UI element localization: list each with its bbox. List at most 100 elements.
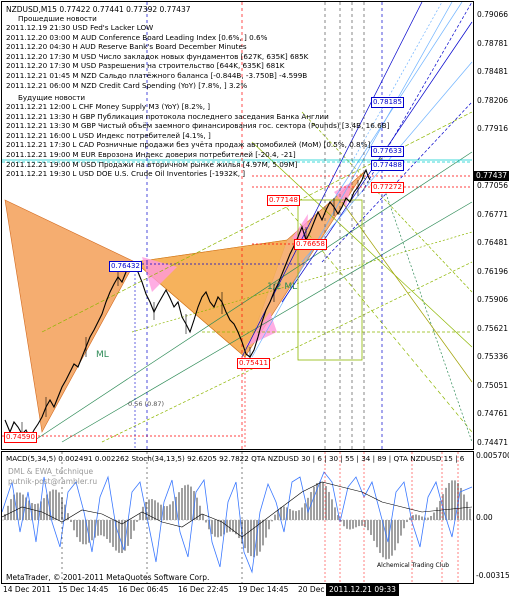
past-news-title: Прошедшие новости — [18, 14, 97, 23]
macd-bar — [412, 515, 414, 520]
terminal-window: NZDUSD,M15 0.77422 0.77441 0.77392 0.774… — [0, 0, 509, 600]
macd-bar — [103, 520, 105, 537]
macd-bar — [73, 520, 75, 531]
macd-bar — [415, 514, 417, 520]
macd-bar — [448, 483, 450, 520]
news-item: 2011.12.21 13:30 M GBP Чистый объём заем… — [6, 121, 390, 131]
price-axis-label: 0.77916 — [477, 124, 509, 133]
price-label-76658: 0.76658 — [294, 239, 327, 250]
price-label-77488: 0.77488 — [371, 160, 404, 171]
news-item: 2011.12.21 01:45 M NZD Сальдо платёжного… — [6, 71, 308, 80]
macd-bar — [70, 520, 72, 523]
macd-bar — [259, 520, 261, 552]
indicator-panel[interactable]: MACD(5,34,5) 0.002491 0.002262 Stoch(34,… — [1, 451, 474, 584]
news-item: 2011.12.19 21:30 USD Fed's Lacker LOW — [6, 23, 154, 32]
macd-bar — [451, 480, 453, 520]
price-label-78185: 0.78185 — [371, 97, 404, 108]
news-item: 2011.12.21 12:00 L CHF Money Supply M3 (… — [6, 102, 211, 111]
price-axis-label: 0.78781 — [477, 38, 509, 48]
price-axis-label: 0.79066 — [477, 10, 509, 19]
macd-bar — [283, 506, 285, 520]
alchemy-label: Alchemical Trading Club — [377, 562, 450, 569]
macd-bar — [109, 520, 111, 543]
macd-bar — [178, 492, 180, 520]
price-label-74590: 0.74590 — [4, 432, 37, 443]
price-axis-label: 0.76771 — [477, 209, 509, 219]
price-chart[interactable]: NZDUSD,M15 0.77422 0.77441 0.77392 0.774… — [1, 1, 474, 450]
macd-bar — [133, 520, 135, 531]
macd-bar — [367, 520, 369, 531]
macd-bar — [76, 520, 78, 538]
macd-bar — [97, 520, 99, 536]
macd-bar — [154, 500, 156, 520]
macd-bar — [187, 484, 189, 520]
macd-bar — [292, 510, 294, 520]
macd-bar — [433, 512, 435, 520]
watermark-email: putnik-post@rambler.ru — [8, 477, 98, 486]
macd-bar — [19, 492, 21, 520]
harmonic-pattern-left — [4, 199, 136, 433]
news-item: 2011.12.20 03:00 M AUD Conference Board … — [6, 32, 268, 42]
macd-bar — [349, 520, 351, 530]
time-axis: 14 Dec 2011 15 Dec 14:45 16 Dec 06:45 16… — [0, 584, 509, 600]
macd-bar — [34, 504, 36, 520]
macd-bar — [199, 505, 201, 520]
news-item: 2011.12.21 13:30 H GBP Публикация проток… — [6, 111, 329, 121]
macd-bar — [220, 520, 222, 537]
macd-bar — [139, 513, 141, 520]
macd-bar — [397, 520, 399, 544]
macd-bar — [172, 501, 174, 520]
time-label: 16 Dec 06:45 — [118, 585, 169, 594]
macd-bar — [322, 482, 324, 520]
macd-bar — [217, 520, 219, 538]
macd-bar — [250, 520, 252, 557]
macd-bar — [205, 520, 207, 523]
news-item: 2011.12.21 16:00 L USD Индекс потребител… — [6, 130, 211, 140]
macd-bar — [331, 499, 333, 520]
median-line-label: ML — [96, 350, 109, 360]
macd-bar — [343, 520, 345, 527]
macd-bar — [298, 510, 300, 520]
macd-bar — [55, 489, 57, 520]
macd-bar — [304, 503, 306, 520]
macd-bar — [100, 520, 102, 536]
macd-bar — [136, 520, 138, 522]
fib-ratio-label: 0.56 (0.87) — [128, 400, 165, 408]
macd-bar — [418, 515, 420, 520]
price-axis-label: 0.74761 — [477, 409, 509, 418]
macd-bar — [58, 492, 60, 520]
future-news-title: Будущие новости — [18, 93, 86, 102]
macd-bar — [157, 502, 159, 520]
macd-bar — [268, 520, 270, 530]
news-item: 2011.12.21 06:00 M NZD Credit Card Spend… — [6, 80, 248, 90]
macd-bar — [469, 508, 471, 520]
news-item: 2011.12.20 17:30 M USD Разрешения на стр… — [6, 61, 285, 71]
macd-bar — [52, 489, 54, 520]
current-price-tag: 0.77437 — [474, 171, 509, 181]
price-label-77272: 0.77272 — [371, 182, 404, 193]
macd-axis-zero: 0.00 — [476, 513, 493, 522]
macd-bar — [370, 520, 372, 535]
macd-bar — [148, 499, 150, 520]
macd-bar — [106, 520, 108, 539]
macd-bar — [355, 520, 357, 528]
macd-bar — [394, 520, 396, 551]
macd-bar — [346, 520, 348, 529]
news-item: 2011.12.20 17:30 M USD Число закладок но… — [6, 51, 309, 61]
macd-bar — [463, 494, 465, 520]
macd-bar — [379, 520, 381, 553]
macd-bar — [271, 520, 273, 522]
macd-bar — [274, 514, 276, 520]
macd-bar — [79, 520, 81, 542]
macd-bar — [265, 520, 267, 538]
macd-bar — [190, 486, 192, 520]
copyright-text: MetaTrader, © 2001-2011 MetaQuotes Softw… — [6, 573, 210, 582]
macd-bar — [466, 501, 468, 520]
macd-bar — [430, 515, 432, 520]
macd-bar — [184, 485, 186, 520]
time-label: 16 Dec 22:45 — [178, 585, 229, 594]
macd-bar — [313, 486, 315, 520]
macd-bar — [130, 520, 132, 539]
macd-bar — [358, 520, 360, 527]
macd-bar — [229, 520, 231, 532]
